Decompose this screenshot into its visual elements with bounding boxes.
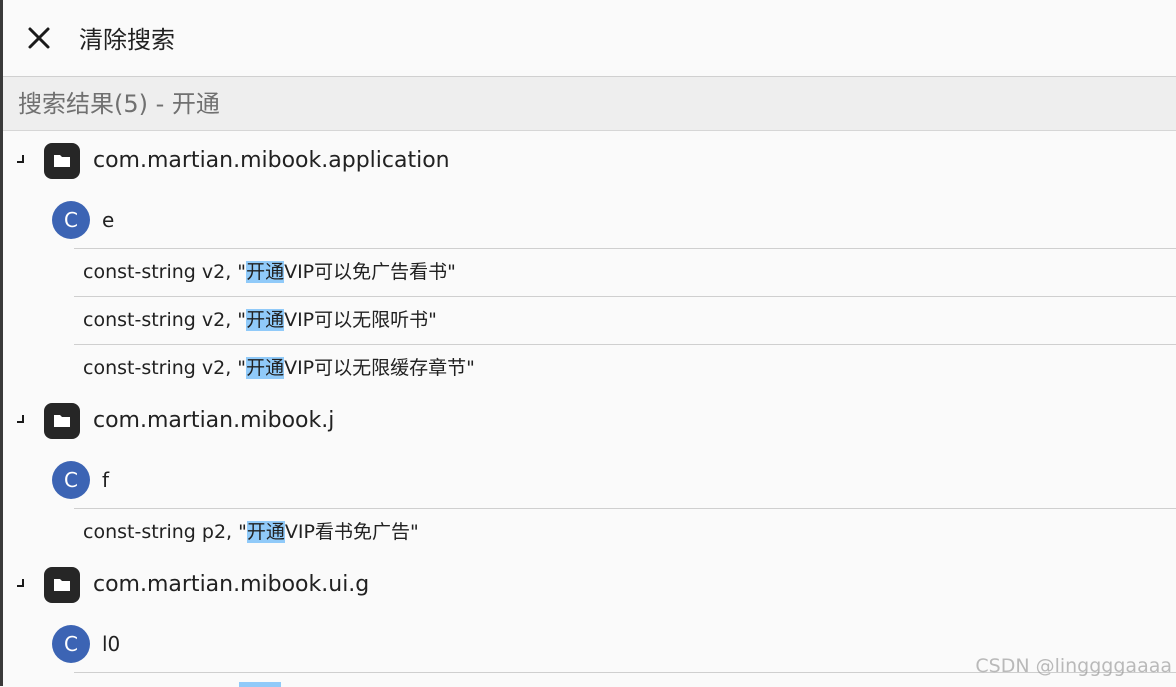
watermark: CSDN @linggggaaaa	[975, 655, 1172, 677]
search-results-tree: com.martian.mibook.application C e const…	[3, 131, 1176, 687]
collapse-corner-icon[interactable]	[16, 155, 26, 165]
match-text: const-string v2, "开通VIP可以无限听书"	[83, 309, 437, 331]
class-icon: C	[52, 625, 90, 663]
match-highlight: 开通	[246, 309, 285, 331]
match-row[interactable]: const-string v2, "开通VIP可以无限缓存章节"	[74, 344, 1176, 392]
class-icon: C	[52, 461, 90, 499]
match-highlight: 开通	[246, 521, 285, 543]
collapse-corner-icon[interactable]	[16, 415, 26, 425]
class-row[interactable]: C e	[3, 201, 1176, 239]
package-row[interactable]: com.martian.mibook.ui.g	[3, 567, 1176, 603]
class-name: e	[102, 208, 115, 232]
match-row[interactable]: const-string v2, "开通VIP可以无限听书"	[74, 296, 1176, 344]
match-highlight: 开通	[246, 261, 285, 283]
match-text: const-string v2, "开通VIP可以无限缓存章节"	[83, 357, 475, 379]
class-name: f	[102, 468, 110, 492]
match-text: const-string p2, "开通VIP看书免广告"	[83, 521, 419, 543]
folder-icon	[44, 403, 80, 439]
search-toolbar: 清除搜索	[3, 0, 1176, 76]
package-name: com.martian.mibook.j	[93, 408, 335, 433]
collapse-corner-icon[interactable]	[16, 579, 26, 589]
folder-icon	[44, 143, 80, 179]
match-row[interactable]: const-string v2, "开通VIP可以免广告看书"	[74, 248, 1176, 296]
search-results-header: 搜索结果(5) - 开通	[3, 76, 1176, 131]
package-row[interactable]: com.martian.mibook.j	[3, 403, 1176, 439]
match-highlight: 开通	[246, 357, 285, 379]
close-search-button[interactable]	[19, 18, 59, 58]
match-row[interactable]: const-string p2, "开通VIP看书免广告"	[74, 508, 1176, 556]
close-icon	[28, 27, 50, 49]
package-name: com.martian.mibook.application	[93, 148, 450, 173]
package-name: com.martian.mibook.ui.g	[93, 572, 370, 597]
clear-search-title[interactable]: 清除搜索	[79, 24, 175, 56]
class-icon: C	[52, 201, 90, 239]
class-row[interactable]: C f	[3, 461, 1176, 499]
search-results-title: 搜索结果(5) - 开通	[18, 90, 220, 118]
package-row[interactable]: com.martian.mibook.application	[3, 143, 1176, 179]
match-text: const-string v2, "开通VIP可以免广告看书"	[83, 261, 456, 283]
class-name: l0	[102, 632, 121, 656]
folder-icon	[44, 567, 80, 603]
match-highlight	[239, 682, 281, 687]
